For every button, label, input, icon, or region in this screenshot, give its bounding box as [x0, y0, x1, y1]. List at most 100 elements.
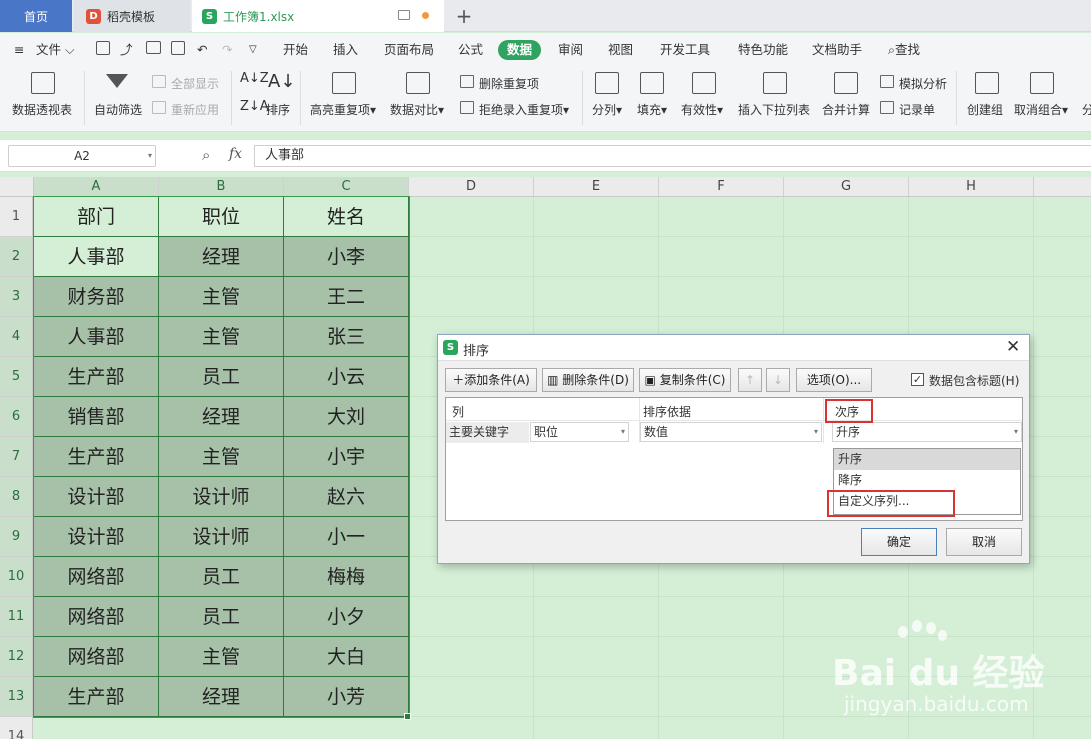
sort-ascending-icon[interactable]: A↓Z: [240, 71, 269, 86]
hamburger-icon[interactable]: ≡: [14, 40, 24, 60]
column-header-b[interactable]: B: [159, 177, 284, 197]
table-cell[interactable]: 网络部: [34, 597, 159, 637]
close-icon[interactable]: ✕: [1006, 337, 1020, 357]
table-cell[interactable]: 赵六: [284, 477, 409, 517]
row-header-2[interactable]: 2: [0, 237, 33, 277]
menu-features[interactable]: 特色功能: [738, 40, 788, 60]
table-header-cell[interactable]: 职位: [159, 197, 284, 237]
table-cell[interactable]: 设计部: [34, 517, 159, 557]
tab-home[interactable]: 首页: [0, 0, 72, 32]
table-cell[interactable]: 梅梅: [284, 557, 409, 597]
table-cell[interactable]: 主管: [159, 637, 284, 677]
row-header-3[interactable]: 3: [0, 277, 33, 317]
formula-input[interactable]: 人事部: [254, 145, 1091, 167]
delete-condition-button[interactable]: ▥ 删除条件(D): [542, 368, 634, 392]
table-cell[interactable]: 小芳: [284, 677, 409, 717]
add-condition-button[interactable]: ＋添加条件(A): [445, 368, 537, 392]
menu-review[interactable]: 审阅: [558, 40, 583, 60]
table-cell[interactable]: 销售部: [34, 397, 159, 437]
has-header-checkbox[interactable]: ✓: [911, 373, 924, 386]
option-ascending[interactable]: 升序: [834, 449, 1020, 470]
row-header-13[interactable]: 13: [0, 677, 33, 717]
row-header-5[interactable]: 5: [0, 357, 33, 397]
cancel-button[interactable]: 取消: [946, 528, 1022, 556]
table-cell[interactable]: 财务部: [34, 277, 159, 317]
reapply-button[interactable]: 重新应用: [171, 101, 219, 118]
tab-workbook[interactable]: S 工作簿1.xlsx: [192, 0, 444, 32]
table-cell[interactable]: 主管: [159, 277, 284, 317]
table-cell[interactable]: 大刘: [284, 397, 409, 437]
copy-condition-button[interactable]: ▣ 复制条件(C): [639, 368, 731, 392]
menu-doc-assistant[interactable]: 文档助手: [812, 40, 862, 60]
tab-template[interactable]: D 稻壳模板: [74, 0, 190, 32]
column-select[interactable]: 职位 ▾: [530, 422, 629, 442]
basis-select[interactable]: 数值 ▾: [640, 422, 822, 442]
table-cell[interactable]: 小李: [284, 237, 409, 277]
column-header-extra[interactable]: [1034, 177, 1091, 197]
menu-search[interactable]: ⌕查找: [888, 40, 920, 60]
order-select[interactable]: 升序 ▾: [832, 422, 1022, 442]
table-cell[interactable]: 小云: [284, 357, 409, 397]
reject-duplicates-button[interactable]: 拒绝录入重复项▾: [479, 101, 569, 118]
table-cell[interactable]: 网络部: [34, 637, 159, 677]
column-header-a[interactable]: A: [34, 177, 159, 197]
menu-formula[interactable]: 公式: [458, 40, 483, 60]
menu-view[interactable]: 视图: [608, 40, 633, 60]
remove-duplicates-button[interactable]: 删除重复项: [479, 75, 539, 92]
fill-handle[interactable]: [404, 713, 411, 720]
simulate-analysis-button[interactable]: 模拟分析: [899, 75, 947, 92]
row-header-6[interactable]: 6: [0, 397, 33, 437]
column-header-d[interactable]: D: [409, 177, 534, 197]
sort-descending-icon[interactable]: Z↓A: [240, 99, 269, 114]
table-cell[interactable]: 王二: [284, 277, 409, 317]
row-header-12[interactable]: 12: [0, 637, 33, 677]
table-cell[interactable]: 主管: [159, 317, 284, 357]
row-header-4[interactable]: 4: [0, 317, 33, 357]
table-cell[interactable]: 主管: [159, 437, 284, 477]
table-cell[interactable]: 经理: [159, 677, 284, 717]
table-cell[interactable]: 小宇: [284, 437, 409, 477]
options-button[interactable]: 选项(O)...: [796, 368, 872, 392]
option-descending[interactable]: 降序: [834, 470, 1020, 491]
menu-insert[interactable]: 插入: [333, 40, 358, 60]
column-header-c[interactable]: C: [284, 177, 409, 197]
table-cell[interactable]: 生产部: [34, 677, 159, 717]
move-down-button[interactable]: ↓: [766, 368, 790, 392]
menu-page-layout[interactable]: 页面布局: [384, 40, 434, 60]
fx-icon[interactable]: fx: [229, 146, 242, 162]
table-cell[interactable]: 张三: [284, 317, 409, 357]
save-icon[interactable]: [96, 41, 110, 55]
column-header-f[interactable]: F: [659, 177, 784, 197]
table-cell[interactable]: 设计部: [34, 477, 159, 517]
table-cell[interactable]: 人事部: [34, 317, 159, 357]
ribbon-more-button[interactable]: 分: [1082, 101, 1091, 118]
menu-developer[interactable]: 开发工具: [660, 40, 710, 60]
ok-button[interactable]: 确定: [861, 528, 937, 556]
zoom-icon[interactable]: ⌕: [202, 146, 210, 164]
name-box[interactable]: A2 ▾: [8, 145, 156, 167]
row-header-11[interactable]: 11: [0, 597, 33, 637]
table-cell[interactable]: 经理: [159, 237, 284, 277]
table-cell[interactable]: 小一: [284, 517, 409, 557]
move-up-button[interactable]: ↑: [738, 368, 762, 392]
table-cell[interactable]: 大白: [284, 637, 409, 677]
row-header-10[interactable]: 10: [0, 557, 33, 597]
menu-start[interactable]: 开始: [283, 40, 308, 60]
undo-icon[interactable]: ↶: [197, 40, 207, 60]
table-header-cell[interactable]: 姓名: [284, 197, 409, 237]
table-cell[interactable]: 生产部: [34, 437, 159, 477]
table-cell[interactable]: 设计师: [159, 517, 284, 557]
row-header-14[interactable]: 14: [0, 717, 33, 739]
print-icon[interactable]: [146, 41, 161, 54]
show-all-button[interactable]: 全部显示: [171, 75, 219, 92]
active-cell[interactable]: 人事部: [34, 237, 159, 277]
table-cell[interactable]: 设计师: [159, 477, 284, 517]
window-icon[interactable]: [398, 10, 410, 20]
quick-access-dropdown-icon[interactable]: ▽: [249, 40, 257, 60]
select-all-corner[interactable]: [0, 177, 34, 197]
menu-file[interactable]: 文件 ⌵: [36, 40, 74, 60]
table-cell[interactable]: 小夕: [284, 597, 409, 637]
export-icon[interactable]: ⤴: [120, 40, 133, 60]
record-sheet-button[interactable]: 记录单: [899, 101, 935, 118]
table-cell[interactable]: 网络部: [34, 557, 159, 597]
